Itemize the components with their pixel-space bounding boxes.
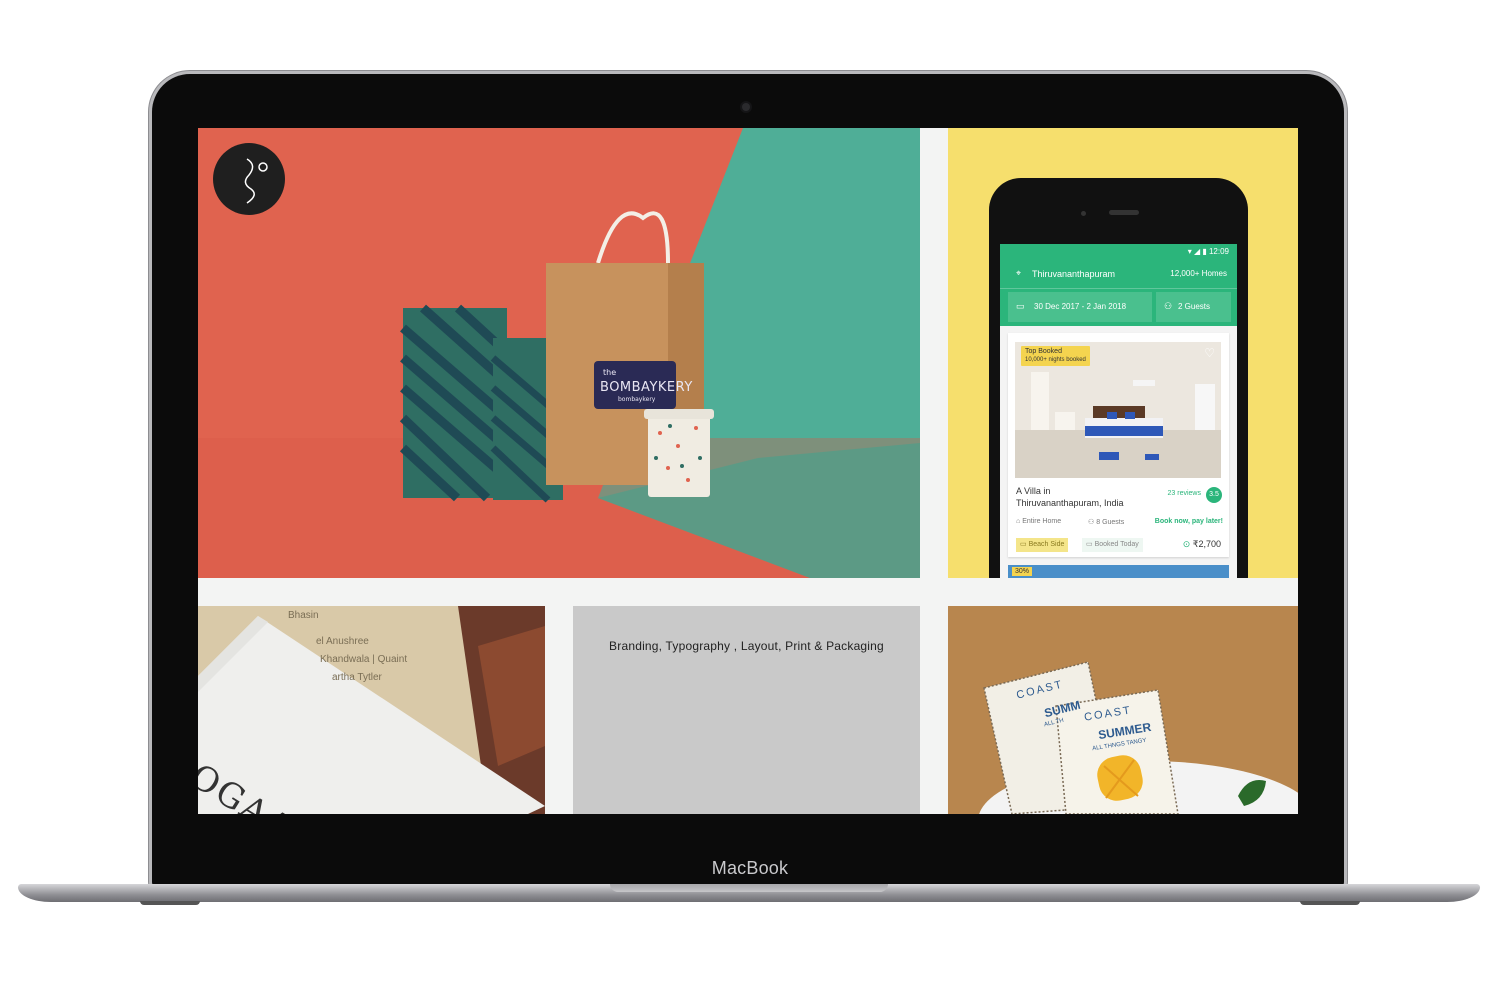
tag-beach-side: ▭ Beach Side xyxy=(1016,538,1069,552)
bakery-brand-name: BOMBAYKERY xyxy=(600,380,693,395)
capacity: ⚇ 8 Guests xyxy=(1088,518,1124,526)
date-range: 30 Dec 2017 - 2 Jan 2018 xyxy=(1034,302,1127,311)
bakery-brand-tagline: bombaykery xyxy=(618,396,656,403)
badge-title: Top Booked xyxy=(1025,348,1062,355)
logo-mark-icon xyxy=(244,158,268,204)
bakery-brand-small: the xyxy=(603,368,617,377)
location-text: Thiruvananthapuram xyxy=(1032,269,1116,279)
home-type: ⌂ Entire Home xyxy=(1016,518,1061,525)
price-text: ₹2,700 xyxy=(1192,539,1221,549)
project-tile-menu[interactable]: COAST SUMM ALL TH COAST SUMMER ALL THNGS… xyxy=(948,606,1298,814)
phone-mockup: ▾ ◢ ▮ 12:09 ⌖ Thiruvananthapuram 12,000+… xyxy=(989,178,1248,578)
person-icon: ⚇ xyxy=(1164,301,1173,311)
project-tile-app[interactable]: ▾ ◢ ▮ 12:09 ⌖ Thiruvananthapuram 12,000+… xyxy=(948,128,1298,578)
listing-title: A Villa in Thiruvananthapuram, India xyxy=(1016,485,1124,509)
status-time: 12:09 xyxy=(1208,247,1229,256)
location-row[interactable]: ⌖ Thiruvananthapuram 12,000+ Homes xyxy=(1000,260,1237,289)
laptop-foot-right xyxy=(1300,901,1360,905)
status-bar: ▾ ◢ ▮ 12:09 xyxy=(1187,247,1229,256)
camera-icon xyxy=(742,103,750,111)
book-now-link[interactable]: Book now, pay later! xyxy=(1155,518,1223,525)
phone-speaker xyxy=(1109,210,1139,215)
discount-badge: 30% xyxy=(1012,567,1033,576)
rating-badge: 3.5 xyxy=(1206,487,1222,503)
tag-booked-today: ▭ Booked Today xyxy=(1082,538,1143,552)
badge-subtitle: 10,000+ nights booked xyxy=(1025,357,1086,363)
guests-icon: ⚇ xyxy=(1088,519,1095,526)
print-name-2: el Anushree xyxy=(316,636,369,647)
review-count[interactable]: 23 reviews xyxy=(1168,490,1201,497)
project-tile-services[interactable]: Branding, Typography , Layout, Print & P… xyxy=(573,606,920,814)
listing-card[interactable]: Top Booked 10,000+ nights booked ♡ A Vil… xyxy=(1008,333,1229,557)
home-icon: ⌂ xyxy=(1016,518,1021,525)
site-logo[interactable] xyxy=(213,143,285,215)
top-booked-badge: Top Booked 10,000+ nights booked xyxy=(1021,346,1090,366)
guest-picker[interactable]: ⚇ 2 Guests xyxy=(1156,292,1231,322)
capacity-text: 8 Guests xyxy=(1096,519,1125,526)
heart-icon[interactable]: ♡ xyxy=(1204,346,1215,360)
device-label: MacBook xyxy=(711,858,789,878)
calendar-icon: ▭ xyxy=(1016,301,1025,311)
print-name-4: artha Tytler xyxy=(332,672,382,683)
tag-beach-side-text: Beach Side xyxy=(1028,541,1065,548)
listing-title-line1: A Villa in xyxy=(1016,486,1051,496)
project-tile-bombaykery[interactable]: the BOMBAYKERY bombaykery xyxy=(198,128,920,578)
project-tile-print[interactable]: Bhasin el Anushree Khandwala | Quaint ar… xyxy=(198,606,545,814)
listing-price: ⊙ ₹2,700 xyxy=(1183,539,1221,550)
bakery-scene xyxy=(198,128,920,578)
laptop-foot-left xyxy=(140,901,200,905)
price-icon: ⊙ xyxy=(1182,539,1191,549)
print-scene xyxy=(198,606,545,814)
tag-booked-today-text: Booked Today xyxy=(1094,541,1139,548)
app-header: ▾ ◢ ▮ 12:09 ⌖ Thiruvananthapuram 12,000+… xyxy=(1000,244,1237,326)
homes-count: 12,000+ Homes xyxy=(1170,269,1227,278)
laptop-notch xyxy=(610,884,888,892)
date-picker[interactable]: ▭ 30 Dec 2017 - 2 Jan 2018 xyxy=(1008,292,1152,322)
search-row: ▭ 30 Dec 2017 - 2 Jan 2018 ⚇ 2 Guests xyxy=(1000,290,1237,324)
print-name-3: Khandwala | Quaint xyxy=(320,654,408,665)
app-screen: ▾ ◢ ▮ 12:09 ⌖ Thiruvananthapuram 12,000+… xyxy=(1000,244,1237,578)
phone-camera xyxy=(1081,211,1086,216)
listing-title-line2: Thiruvananthapuram, India xyxy=(1016,498,1124,508)
services-list: Branding, Typography , Layout, Print & P… xyxy=(609,639,884,653)
location-pin-icon: ⌖ xyxy=(1016,268,1022,278)
print-name-1: Bhasin xyxy=(288,610,319,621)
guest-count: 2 Guests xyxy=(1178,302,1211,311)
home-type-text: Entire Home xyxy=(1022,518,1062,525)
next-listing-card[interactable]: 30% xyxy=(1008,565,1229,578)
listing-photo: Top Booked 10,000+ nights booked ♡ xyxy=(1015,342,1221,478)
portfolio-grid: the BOMBAYKERY bombaykery ▾ ◢ ▮ 12:09 ⌖ … xyxy=(198,128,1298,814)
